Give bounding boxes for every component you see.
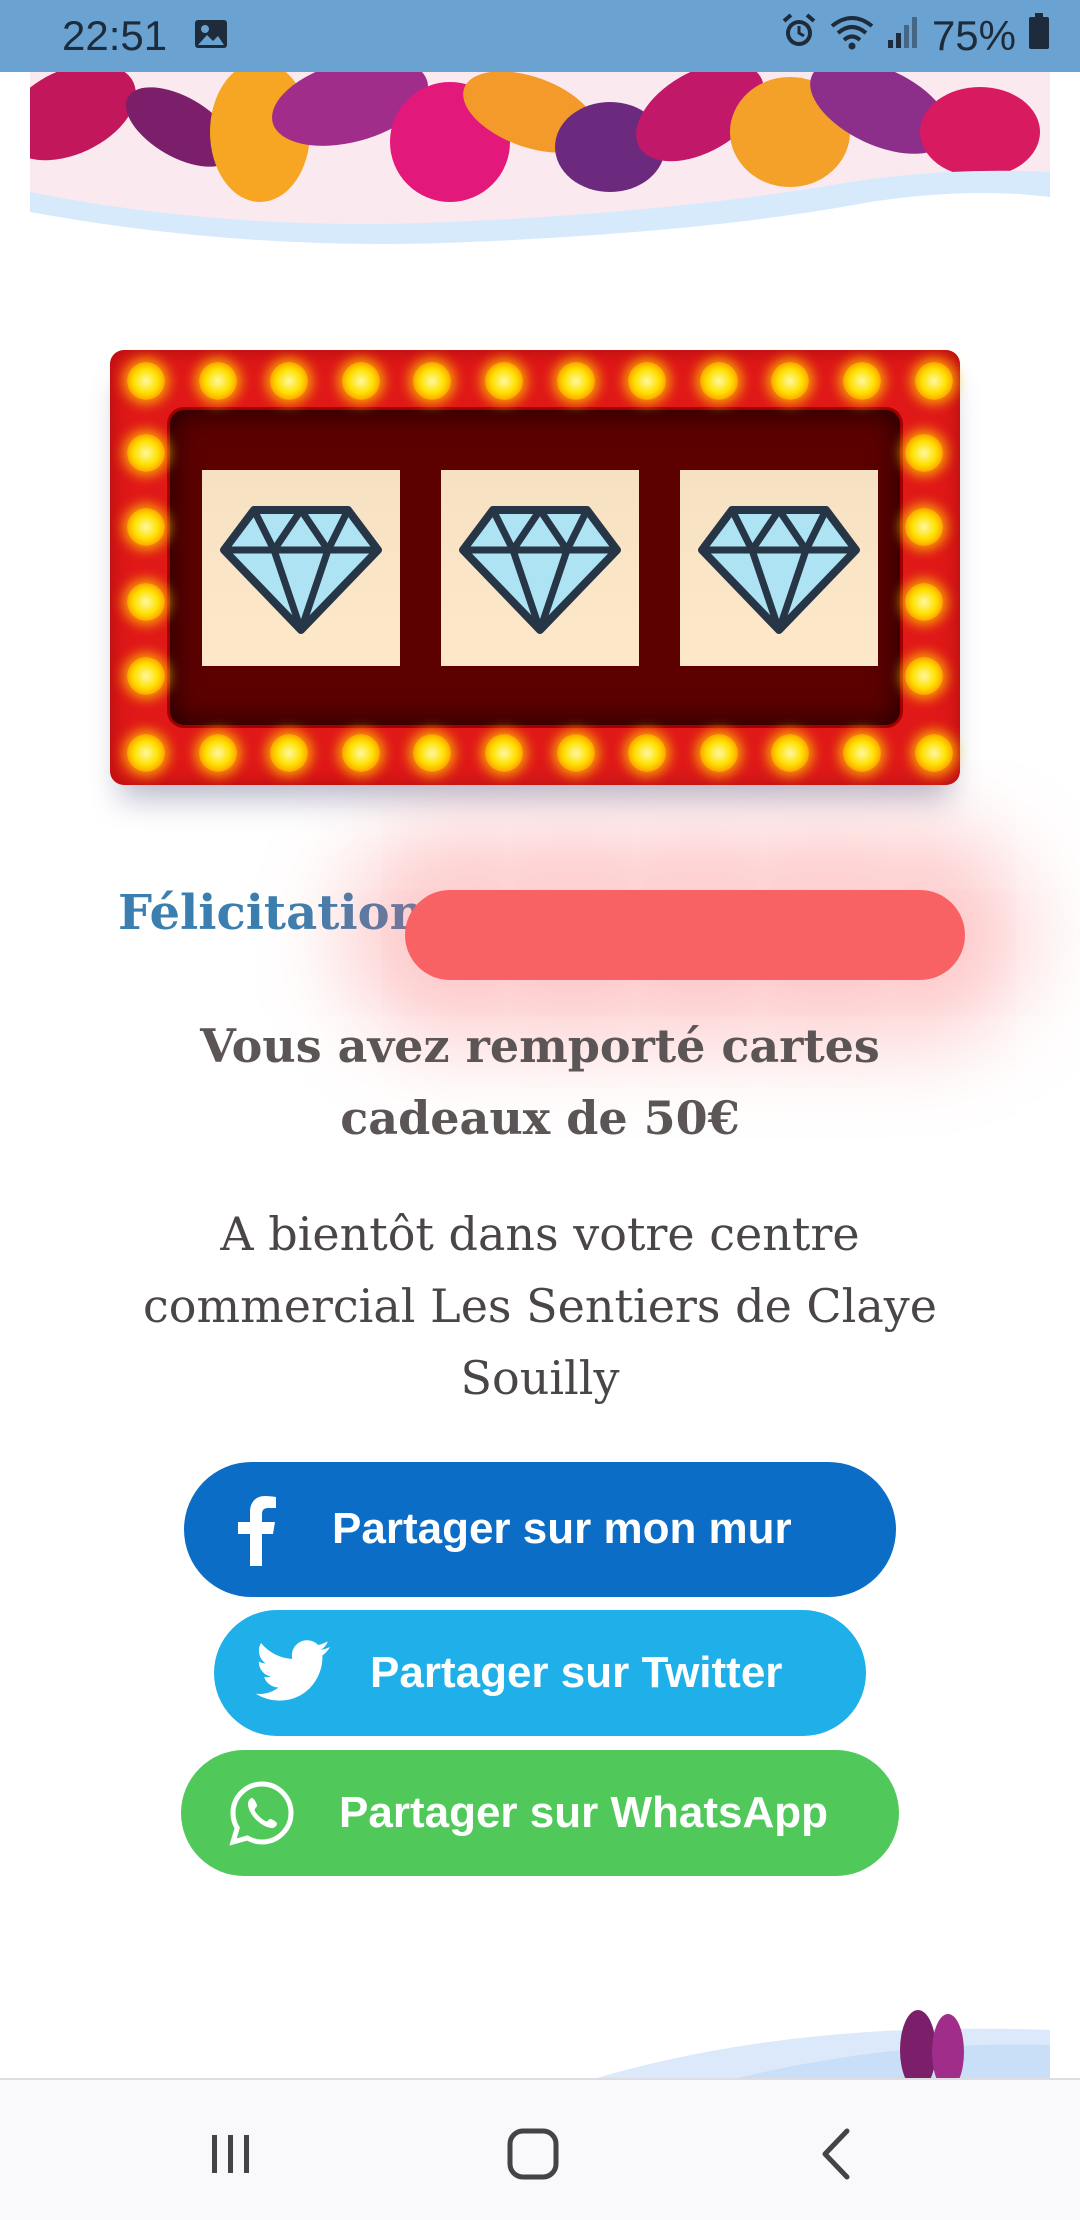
wifi-icon bbox=[830, 12, 874, 60]
battery-icon bbox=[1028, 12, 1050, 60]
marquee-bulb bbox=[771, 734, 810, 772]
twitter-icon bbox=[254, 1640, 332, 1704]
status-bar: 22:51 75% bbox=[0, 0, 1080, 72]
reel-2 bbox=[441, 470, 639, 666]
share-facebook-button[interactable]: Partager sur mon mur bbox=[184, 1462, 896, 1597]
marquee-bulb bbox=[270, 362, 309, 400]
marquee-bulb bbox=[127, 657, 165, 695]
marquee-bulb bbox=[905, 583, 943, 621]
marquee-bulb bbox=[485, 734, 523, 772]
redaction-mark bbox=[405, 890, 965, 980]
marquee-bulb bbox=[905, 508, 943, 546]
reel-1 bbox=[202, 470, 400, 666]
marquee-bulb bbox=[127, 583, 165, 621]
marquee-bulb bbox=[905, 434, 943, 472]
diamond-icon bbox=[459, 506, 621, 634]
signal-icon bbox=[886, 12, 920, 60]
marquee-bulb bbox=[914, 734, 953, 772]
navigation-bar bbox=[0, 2078, 1080, 2220]
prize-text: Vous avez remporté cartes cadeaux de 50€ bbox=[200, 1019, 880, 1145]
marquee-bulb bbox=[485, 362, 523, 400]
marquee-bulb bbox=[699, 734, 738, 772]
facebook-icon bbox=[234, 1496, 278, 1566]
marquee-bulb bbox=[270, 734, 309, 772]
marquee-bulb bbox=[771, 362, 810, 400]
back-icon[interactable] bbox=[802, 2122, 872, 2186]
marquee-bulb bbox=[413, 734, 452, 772]
marquee-bulb bbox=[341, 362, 380, 400]
share-whatsapp-label: Partager sur WhatsApp bbox=[339, 1788, 828, 1837]
diamond-icon bbox=[220, 506, 382, 634]
marquee-bulb bbox=[905, 657, 943, 695]
marquee-bulb bbox=[556, 362, 595, 400]
marquee-bulb bbox=[843, 362, 881, 400]
home-icon[interactable] bbox=[498, 2122, 568, 2186]
diamond-icon bbox=[698, 506, 860, 634]
marquee-bulb bbox=[914, 362, 953, 400]
marquee-bulb bbox=[843, 734, 881, 772]
share-facebook-label: Partager sur mon mur bbox=[332, 1504, 792, 1553]
footer-decoration bbox=[30, 2000, 1050, 2080]
recent-apps-icon[interactable] bbox=[196, 2122, 266, 2186]
share-twitter-button[interactable]: Partager sur Twitter bbox=[214, 1610, 866, 1736]
header-banner bbox=[30, 72, 1050, 252]
reel-3 bbox=[680, 470, 878, 666]
marquee-bulb bbox=[341, 734, 380, 772]
status-time: 22:51 bbox=[62, 12, 168, 59]
battery-percent: 75% bbox=[931, 12, 1016, 59]
marquee-bulb bbox=[628, 362, 667, 400]
marquee-bulb bbox=[198, 734, 237, 772]
marquee-bulb bbox=[198, 362, 237, 400]
share-whatsapp-button[interactable]: Partager sur WhatsApp bbox=[181, 1750, 899, 1876]
slot-machine bbox=[110, 350, 960, 785]
whatsapp-icon bbox=[229, 1780, 295, 1846]
marquee-bulb bbox=[127, 434, 165, 472]
marquee-bulb bbox=[127, 734, 165, 772]
marquee-bulb bbox=[127, 362, 165, 400]
marquee-bulb bbox=[556, 734, 595, 772]
marquee-bulb bbox=[628, 734, 667, 772]
share-twitter-label: Partager sur Twitter bbox=[370, 1648, 783, 1697]
marquee-bulb bbox=[699, 362, 738, 400]
image-icon bbox=[193, 12, 229, 60]
closing-text: A bientôt dans votre centre commercial L… bbox=[143, 1207, 937, 1405]
alarm-icon bbox=[780, 12, 818, 60]
marquee-bulb bbox=[413, 362, 452, 400]
marquee-bulb bbox=[127, 508, 165, 546]
